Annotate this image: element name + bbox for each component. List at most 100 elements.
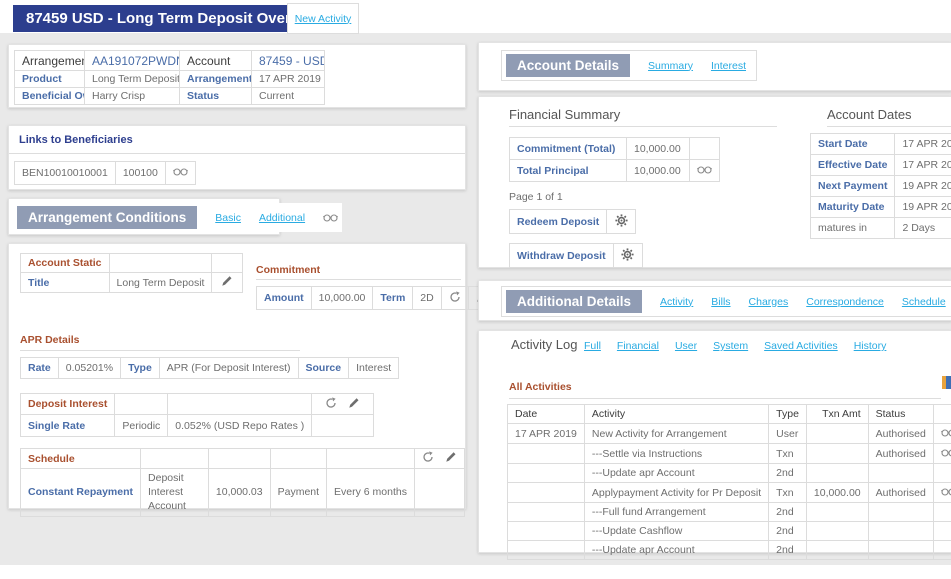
additional-link-schedule[interactable]: Schedule <box>902 296 946 308</box>
activity-view-glasses-icon[interactable] <box>941 487 951 496</box>
activity-name: ---Settle via Instructions <box>584 444 768 464</box>
divider <box>256 279 461 280</box>
activity-row: 17 APR 2019 New Activity for Arrangement… <box>508 424 951 444</box>
deposit-interest-table: Deposit Interest Single Rate Periodic 0.… <box>20 393 374 437</box>
new-activity-button[interactable]: New Activity <box>287 3 359 34</box>
new-activity-link[interactable]: New Activity <box>295 13 352 25</box>
account-details-bar: Account Details Summary Interest <box>478 42 951 91</box>
total-principal-label: Total Principal <box>510 160 627 182</box>
beneficiary-id: BEN10010010001 <box>15 162 116 185</box>
account-static-field-value: Long Term Deposit <box>109 273 212 293</box>
activity-date <box>508 483 585 503</box>
withdraw-deposit-button[interactable]: Withdraw Deposit <box>509 243 643 268</box>
activity-txn-amt <box>806 503 868 522</box>
commitment-refresh-icon[interactable] <box>449 291 461 303</box>
financial-summary-glasses-icon[interactable] <box>697 165 712 174</box>
apr-details-title: APR Details <box>20 334 80 346</box>
apr-type-label: Type <box>121 358 160 379</box>
conditions-view-glasses-icon[interactable] <box>323 213 338 222</box>
arrangement-date-value: 17 APR 2019 <box>252 71 325 88</box>
product-value: Long Term Deposit <box>85 71 180 88</box>
additional-link-charges[interactable]: Charges <box>749 296 789 308</box>
activity-type: 2nd <box>769 541 807 560</box>
commitment-term-label: Term <box>373 287 413 310</box>
conditions-basic-link[interactable]: Basic <box>215 212 241 224</box>
activity-log-link-financial[interactable]: Financial <box>617 340 659 352</box>
effective-date-value: 17 APR 2019 <box>895 155 951 176</box>
withdraw-deposit-gear-icon[interactable] <box>621 248 634 261</box>
divider <box>9 153 465 154</box>
next-payment-value: 19 APR 2019 <box>895 176 951 197</box>
redeem-deposit-gear-icon[interactable] <box>615 214 628 227</box>
commitment-term-value: 2D <box>413 287 441 310</box>
apr-details-table: Rate 0.05201% Type APR (For Deposit Inte… <box>20 357 399 379</box>
arrangement-conditions-title: Arrangement Conditions <box>17 206 197 229</box>
schedule-amount: 10,000.03 <box>208 469 270 517</box>
next-payment-label: Next Payment <box>811 176 895 197</box>
withdraw-deposit-label[interactable]: Withdraw Deposit <box>510 244 614 268</box>
activity-status: Authorised <box>868 444 933 464</box>
activity-type: 2nd <box>769 503 807 522</box>
redeem-deposit-label[interactable]: Redeem Deposit <box>510 210 607 234</box>
additional-link-activity[interactable]: Activity <box>660 296 693 308</box>
account-static-title: Account Static <box>21 254 110 273</box>
schedule-edit-pencil-icon[interactable] <box>445 451 457 463</box>
additional-link-correspondence[interactable]: Correspondence <box>806 296 884 308</box>
beneficiaries-card: Links to Beneficiaries BEN10010010001 10… <box>8 125 466 190</box>
activity-date <box>508 464 585 483</box>
account-details-title: Account Details <box>506 54 630 77</box>
account-summary-card: Financial Summary Commitment (Total) 10,… <box>478 96 951 268</box>
additional-link-bills[interactable]: Bills <box>711 296 730 308</box>
commitment-amount-label: Amount <box>257 287 312 310</box>
beneficiaries-title: Links to Beneficiaries <box>19 134 133 146</box>
beneficiary-code: 100100 <box>115 162 165 185</box>
arrangement-id: AA191072PWDN <box>85 51 180 71</box>
deposit-interest-edit-pencil-icon[interactable] <box>348 397 360 409</box>
apr-source-value: Interest <box>349 358 399 379</box>
activity-view-glasses-icon[interactable] <box>941 448 951 457</box>
commitment-amount-value: 10,000.00 <box>311 287 373 310</box>
total-principal-value: 10,000.00 <box>627 160 690 182</box>
conditions-additional-link[interactable]: Additional <box>259 212 305 224</box>
edit-title-pencil-icon[interactable] <box>221 275 233 287</box>
col-header-activity: Activity <box>584 405 768 424</box>
arrangement-overview-card: Arrangement AA191072PWDN Account 87459 -… <box>8 44 466 108</box>
view-beneficiary-glasses-icon[interactable] <box>173 167 188 176</box>
activity-log-link-full[interactable]: Full <box>584 340 601 352</box>
product-label: Product <box>15 71 85 88</box>
activity-row: ---Settle via Instructions Txn Authorise… <box>508 444 951 464</box>
activity-log-link-saved-activities[interactable]: Saved Activities <box>764 340 838 352</box>
col-header-txn-amt: Txn Amt <box>806 405 868 424</box>
activity-name: Applypayment Activity for Pr Deposit <box>584 483 768 503</box>
activity-log-links: Full Financial User System Saved Activit… <box>584 340 886 352</box>
activity-log-title: Activity Log <box>511 337 577 352</box>
activity-txn-amt <box>806 541 868 560</box>
export-icon[interactable] <box>942 376 951 389</box>
beneficial-owner-value: Harry Crisp <box>85 88 180 105</box>
schedule-account: Deposit Interest Account <box>141 469 209 517</box>
financial-summary-table: Commitment (Total) 10,000.00 Total Princ… <box>509 137 720 182</box>
deposit-interest-refresh-icon[interactable] <box>325 397 337 409</box>
activity-status <box>868 522 933 541</box>
activity-view-glasses-icon[interactable] <box>941 428 951 437</box>
deposit-interest-field-label: Single Rate <box>21 415 115 437</box>
activity-log-link-system[interactable]: System <box>713 340 748 352</box>
activity-date: 17 APR 2019 <box>508 424 585 444</box>
activity-row: ---Full fund Arrangement 2nd <box>508 503 951 522</box>
activity-type: 2nd <box>769 522 807 541</box>
divider <box>509 126 777 127</box>
activity-log-link-history[interactable]: History <box>854 340 887 352</box>
account-dates-table: Start Date 17 APR 2019 Effective Date 17… <box>810 133 951 239</box>
activity-log-link-user[interactable]: User <box>675 340 697 352</box>
schedule-refresh-icon[interactable] <box>422 451 434 463</box>
activity-txn-amt <box>806 424 868 444</box>
account-static-table: Account Static Title Long Term Deposit <box>20 253 243 293</box>
activity-status <box>868 503 933 522</box>
activity-date <box>508 522 585 541</box>
account-details-summary-link[interactable]: Summary <box>648 60 693 72</box>
redeem-deposit-button[interactable]: Redeem Deposit <box>509 209 636 234</box>
col-header-type: Type <box>769 405 807 424</box>
account-details-interest-link[interactable]: Interest <box>711 60 746 72</box>
matures-in-value: 2 Days <box>895 218 951 239</box>
divider <box>20 350 300 351</box>
